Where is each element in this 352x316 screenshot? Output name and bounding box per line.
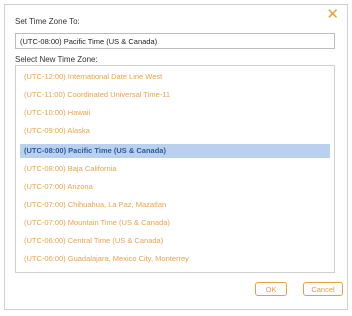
- time-zone-option[interactable]: (UTC-07:00) Mountain Time (US & Canada): [20, 216, 330, 230]
- time-zone-option[interactable]: (UTC-07:00) Chihuahua, La Paz, Mazatlan: [20, 198, 330, 212]
- time-zone-dialog: ✕ Set Time Zone To: (UTC-08:00) Pacific …: [4, 4, 348, 310]
- time-zone-list[interactable]: (UTC-12:00) International Date Line West…: [15, 65, 335, 273]
- time-zone-option[interactable]: (UTC-06:00) Guadalajara, Mexico City, Mo…: [20, 252, 330, 266]
- time-zone-option[interactable]: (UTC-11:00) Coordinated Universal Time-1…: [20, 88, 330, 102]
- time-zone-option[interactable]: (UTC-07:00) Arizona: [20, 180, 330, 194]
- time-zone-option[interactable]: (UTC-08:00) Baja California: [20, 162, 330, 176]
- select-new-time-zone-label: Select New Time Zone:: [15, 55, 98, 64]
- time-zone-option[interactable]: (UTC-06:00) Central Time (US & Canada): [20, 234, 330, 248]
- time-zone-option[interactable]: (UTC-12:00) International Date Line West: [20, 70, 330, 84]
- time-zone-option[interactable]: (UTC-10:00) Hawaii: [20, 106, 330, 120]
- time-zone-option-selected[interactable]: (UTC-08:00) Pacific Time (US & Canada): [20, 144, 330, 158]
- cancel-button[interactable]: Cancel: [303, 282, 343, 296]
- ok-button[interactable]: OK: [255, 282, 287, 296]
- set-time-zone-label: Set Time Zone To:: [15, 17, 80, 26]
- close-icon[interactable]: ✕: [326, 7, 339, 22]
- current-time-zone-field[interactable]: (UTC-08:00) Pacific Time (US & Canada): [15, 33, 335, 49]
- time-zone-option[interactable]: (UTC-09:00) Alaska: [20, 124, 330, 138]
